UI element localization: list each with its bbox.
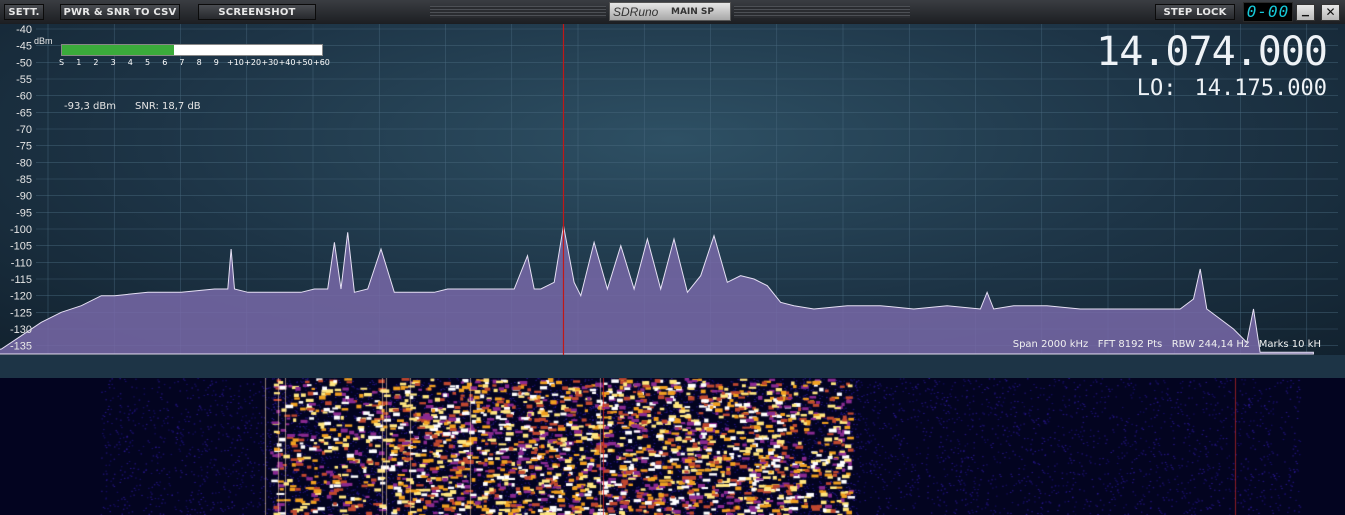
frequency-axis-strip[interactable]: [0, 355, 1345, 378]
y-tick-label: -80: [16, 157, 32, 169]
tuned-frequency-display[interactable]: 14.074.000: [1096, 30, 1328, 74]
spectrum-area: [0, 225, 1314, 355]
toolbar-drag-grip[interactable]: [430, 6, 606, 18]
vrx-counter-display: 0-00: [1243, 2, 1293, 22]
y-tick-label: -95: [16, 207, 32, 219]
y-tick-label: -100: [10, 224, 32, 236]
smeter-scale-mark: 1: [76, 58, 82, 67]
settings-button[interactable]: SETT.: [4, 4, 44, 20]
spectrum-display[interactable]: -40 -45 -50 -55 -60 -65 -70 -75 -80 -85 -90 -95 -100…: [0, 24, 1345, 355]
sdruno-main-spectrum-window: SETT. PWR & SNR TO CSV SCREENSHOT SDRuno…: [0, 0, 1345, 515]
smeter-scale-mark: S: [59, 58, 65, 67]
smeter-scale-mark: 3: [110, 58, 116, 67]
smeter-scale-mark: 5: [145, 58, 151, 67]
panel-title: MAIN SP: [671, 7, 715, 17]
waterfall-canvas[interactable]: [0, 378, 1345, 515]
screenshot-button[interactable]: SCREENSHOT: [198, 4, 316, 20]
y-tick-label: -50: [16, 57, 32, 69]
y-tick-label: -130: [10, 324, 32, 336]
smeter-scale-mark: 7: [179, 58, 185, 67]
smeter-scale-mark: 8: [196, 58, 202, 67]
smeter-scale-mark: +20: [244, 58, 262, 67]
y-tick-label: -110: [11, 257, 32, 269]
y-tick-label: -60: [16, 91, 32, 103]
smeter-scale-mark: 4: [127, 58, 133, 67]
smeter-scale-mark: +30: [261, 58, 279, 67]
smeter-scale: S 1 2 3 4 5 6 7 8 9 +10 +20 +30 +40 +50 +60: [59, 58, 331, 70]
y-tick-label: -70: [16, 124, 32, 136]
app-title: SDRuno: [613, 5, 659, 19]
smeter-scale-mark: 2: [93, 58, 99, 67]
span-fft-info-line: Span 2000 kHz FFT 8192 Pts RBW 244,14 Hz…: [1012, 339, 1321, 350]
lo-value: 14.175.000: [1194, 76, 1327, 101]
pwr-snr-to-csv-button[interactable]: PWR & SNR TO CSV: [60, 4, 180, 20]
snr-readout: SNR: 18,7 dB: [135, 101, 201, 112]
y-axis: -40 -45 -50 -55 -60 -65 -70 -75 -80 -85 -90 -95 -100…: [10, 24, 32, 353]
spectrum-trace: [0, 225, 1314, 355]
y-tick-label: -45: [16, 41, 32, 53]
y-tick-label: -65: [16, 107, 32, 119]
smeter-scale-mark: 6: [162, 58, 168, 67]
close-button[interactable]: ✕: [1321, 4, 1340, 21]
smeter-unit-label: dBm: [34, 36, 53, 46]
smeter-scale-mark: +50: [295, 58, 313, 67]
smeter-scale-mark: +40: [278, 58, 296, 67]
waterfall-display[interactable]: [0, 378, 1345, 515]
lo-label: LO:: [1136, 76, 1177, 101]
lo-frequency-display[interactable]: LO: 14.175.000: [1137, 76, 1327, 102]
window-title-badge: SDRuno MAIN SP: [609, 2, 731, 21]
step-lock-button[interactable]: STEP LOCK: [1155, 4, 1235, 20]
smeter-bar: [61, 44, 323, 56]
y-tick-label: -125: [10, 307, 32, 319]
y-tick-label: -120: [10, 291, 32, 303]
y-tick-label: -90: [16, 191, 32, 203]
smeter-scale-mark: +60: [313, 58, 330, 67]
y-tick-label: -40: [16, 24, 32, 36]
smeter-scale-mark: 9: [213, 58, 219, 67]
y-tick-label: -55: [16, 74, 32, 86]
smeter-level-fill: [62, 45, 174, 55]
y-tick-label: -135: [10, 341, 32, 353]
y-tick-label: -85: [16, 174, 32, 186]
y-tick-label: -115: [11, 274, 32, 286]
toolbar-drag-grip-right[interactable]: [734, 6, 910, 18]
minimize-button[interactable]: ▁: [1296, 4, 1315, 21]
power-readout: -93,3 dBm: [64, 101, 117, 112]
y-tick-label: -75: [16, 141, 32, 153]
toolbar: SETT. PWR & SNR TO CSV SCREENSHOT SDRuno…: [0, 0, 1345, 25]
y-tick-label: -105: [10, 241, 32, 253]
smeter-scale-mark: +10: [227, 58, 244, 67]
